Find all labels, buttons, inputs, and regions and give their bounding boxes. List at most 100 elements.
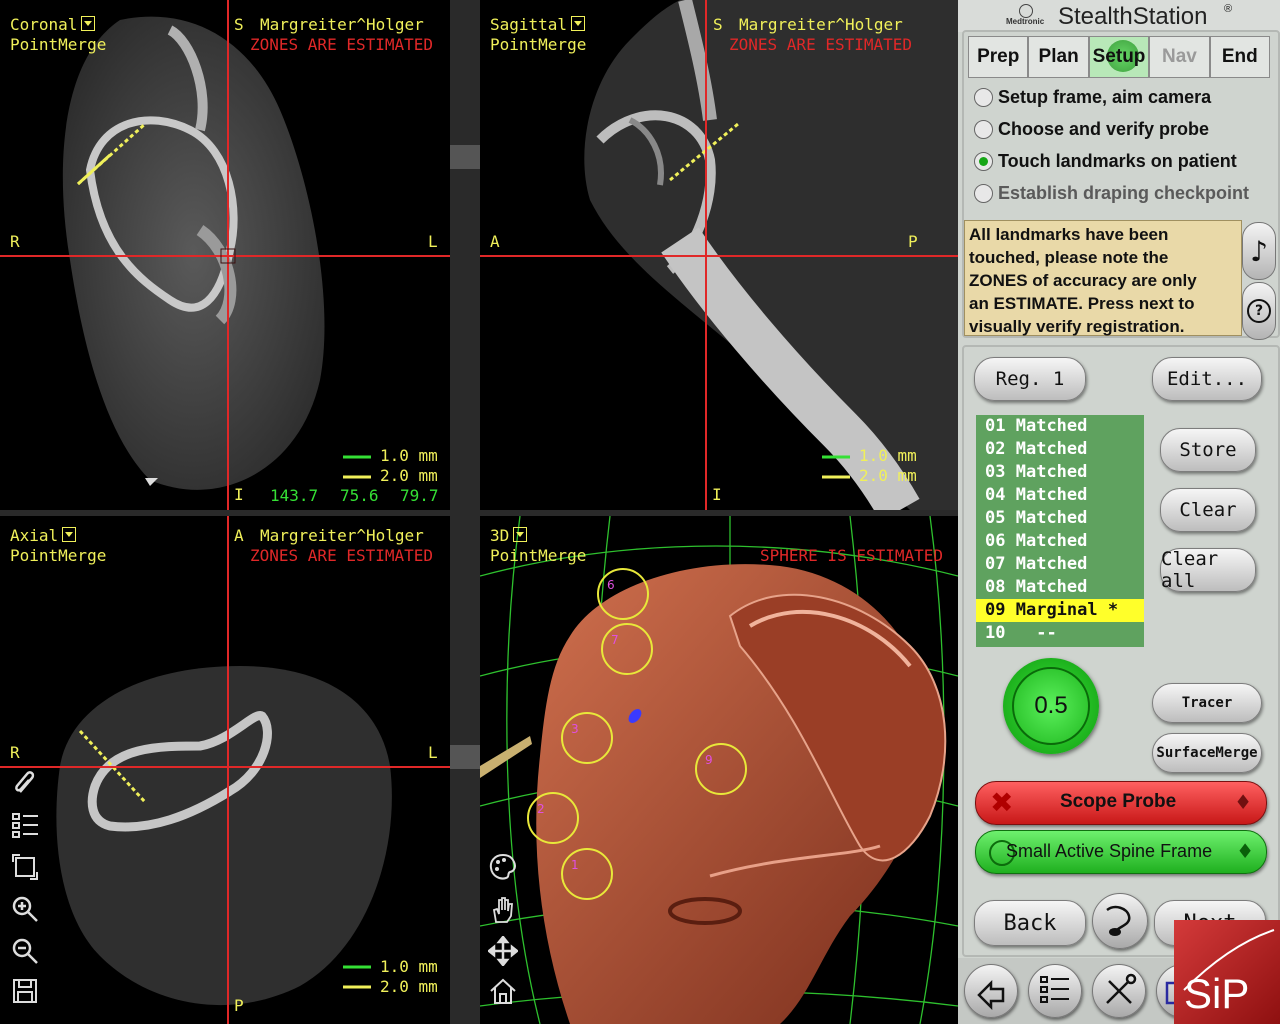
orient-left: A (490, 232, 500, 251)
scale-2mm: 2.0 mm (859, 466, 917, 485)
list-item[interactable]: 05 Matched (976, 507, 1144, 530)
tab-plan[interactable]: Plan (1028, 36, 1089, 78)
view-dropdown-icon[interactable] (81, 16, 96, 31)
checklist-icon[interactable] (1028, 964, 1082, 1018)
move-arrows-icon[interactable] (488, 936, 524, 972)
step-setup-frame[interactable]: Setup frame, aim camera (974, 87, 1211, 108)
scale-1mm: 1.0 mm (380, 957, 438, 976)
orient-left: R (10, 743, 20, 762)
zones-warning: ZONES ARE ESTIMATED (250, 546, 434, 565)
brand-globe-icon (1019, 4, 1033, 18)
splitter-handle[interactable] (450, 745, 480, 769)
store-button[interactable]: Store (1160, 428, 1256, 472)
music-note-icon: ♪ (1250, 234, 1268, 268)
scope-probe-button[interactable]: ✖ Scope Probe ♦ (975, 781, 1267, 825)
accuracy-value: 0.5 (1034, 692, 1068, 719)
three-d-viewport[interactable]: 3D PointMerge SPHERE IS ESTIMATED 6 7 3 … (480, 516, 958, 1024)
list-item[interactable]: 03 Matched (976, 461, 1144, 484)
landmark-list[interactable]: 01 Matched 02 Matched 03 Matched 04 Matc… (976, 415, 1144, 647)
radio-icon[interactable] (974, 88, 993, 107)
step-touch-landmarks[interactable]: Touch landmarks on patient (974, 151, 1237, 172)
clear-all-button[interactable]: Clear all (1160, 548, 1256, 592)
list-item-selected[interactable]: 09 Marginal * (976, 599, 1144, 622)
scale-2mm: 2.0 mm (380, 977, 438, 996)
orient-right: L (428, 232, 438, 251)
mode-label: PointMerge (10, 35, 107, 54)
patient-name: Margreiter^Holger (260, 15, 424, 34)
list-item[interactable]: 02 Matched (976, 438, 1144, 461)
tab-prep[interactable]: Prep (968, 36, 1029, 78)
view-dropdown-icon[interactable] (571, 16, 586, 31)
view-label[interactable]: Sagittal (490, 15, 586, 35)
radio-icon[interactable] (974, 184, 993, 203)
audio-button[interactable]: ♪ (1242, 222, 1276, 280)
view-label[interactable]: 3D (490, 526, 528, 546)
coord-z: 79.7 (400, 486, 439, 505)
sagittal-viewport[interactable]: Sagittal PointMerge S Margreiter^Holger … (480, 0, 958, 510)
landmark-marker[interactable]: 7 (601, 623, 653, 675)
step-choose-probe[interactable]: Choose and verify probe (974, 119, 1209, 140)
list-item[interactable]: 01 Matched (976, 415, 1144, 438)
axial-image (0, 516, 450, 1024)
tools-icon[interactable] (1092, 964, 1146, 1018)
tracer-button[interactable]: Tracer (1152, 683, 1262, 723)
sphere-warning: SPHERE IS ESTIMATED (760, 546, 944, 565)
radio-icon[interactable] (974, 120, 993, 139)
coord-y: 75.6 (340, 486, 379, 505)
registration-button[interactable]: Reg. 1 (974, 357, 1086, 401)
back-button[interactable]: Back (974, 900, 1086, 946)
list-item[interactable]: 06 Matched (976, 530, 1144, 553)
scale-1mm: 1.0 mm (859, 446, 917, 465)
patient-name: Margreiter^Holger (739, 15, 903, 34)
landmark-marker[interactable]: 3 (561, 712, 613, 764)
instruction-message: All landmarks have been touched, please … (964, 220, 1242, 336)
radio-selected-icon[interactable] (974, 152, 993, 171)
view-label[interactable]: Axial (10, 526, 77, 546)
axial-viewport[interactable]: Axial PointMerge A Margreiter^Holger ZON… (0, 516, 450, 1024)
surface-merge-button[interactable]: SurfaceMerge (1152, 733, 1262, 773)
landmark-marker[interactable]: 9 (695, 743, 747, 795)
clear-button[interactable]: Clear (1160, 488, 1256, 532)
accuracy-indicator: 0.5 (1003, 658, 1099, 754)
tab-nav: Nav (1149, 36, 1210, 78)
step-draping-checkpoint[interactable]: Establish draping checkpoint (974, 183, 1249, 204)
coronal-image (0, 0, 450, 510)
orient-top: S (234, 15, 244, 34)
orient-bottom: I (712, 485, 722, 504)
mode-label: PointMerge (10, 546, 107, 565)
probe-icon-button[interactable] (1092, 893, 1148, 949)
paperclip-icon[interactable] (10, 768, 46, 804)
spine-frame-button[interactable]: Small Active Spine Frame ♦ (975, 830, 1267, 874)
hand-icon[interactable] (488, 894, 524, 930)
list-item[interactable]: 04 Matched (976, 484, 1144, 507)
landmark-marker[interactable]: 1 (561, 848, 613, 900)
edit-button[interactable]: Edit... (1152, 357, 1262, 401)
zoom-out-icon[interactable] (10, 936, 46, 972)
diamond-icon: ♦ (1234, 790, 1252, 814)
splitter-handle[interactable] (450, 145, 480, 169)
list-item[interactable]: 08 Matched (976, 576, 1144, 599)
landmark-marker[interactable]: 6 (597, 568, 649, 620)
tab-setup[interactable]: Setup (1088, 36, 1150, 78)
view-label[interactable]: Coronal (10, 15, 96, 35)
home-icon[interactable] (488, 976, 524, 1012)
save-disk-icon[interactable] (10, 976, 46, 1012)
palette-icon[interactable] (488, 852, 524, 888)
undo-arrow-icon[interactable] (964, 964, 1018, 1018)
landmark-marker[interactable]: 2 (527, 792, 579, 844)
app-header: Medtronic StealthStation ® (958, 0, 1280, 32)
probe-icon (1106, 905, 1131, 936)
help-button[interactable]: ? (1242, 282, 1276, 340)
view-dropdown-icon[interactable] (62, 527, 77, 542)
diamond-icon: ♦ (1236, 839, 1254, 863)
view-dropdown-icon[interactable] (513, 527, 528, 542)
brand-logo: Medtronic (1006, 17, 1045, 26)
zoom-in-icon[interactable] (10, 894, 46, 930)
sip-watermark-logo: SiP (1174, 920, 1280, 1024)
coronal-viewport[interactable]: Coronal PointMerge S Margreiter^Holger Z… (0, 0, 450, 510)
tab-end[interactable]: End (1209, 36, 1271, 78)
list-item[interactable]: 07 Matched (976, 553, 1144, 576)
list-item[interactable]: 10 -- (976, 622, 1144, 645)
rotate-frame-icon[interactable] (10, 852, 46, 888)
checklist-icon[interactable] (10, 810, 46, 846)
